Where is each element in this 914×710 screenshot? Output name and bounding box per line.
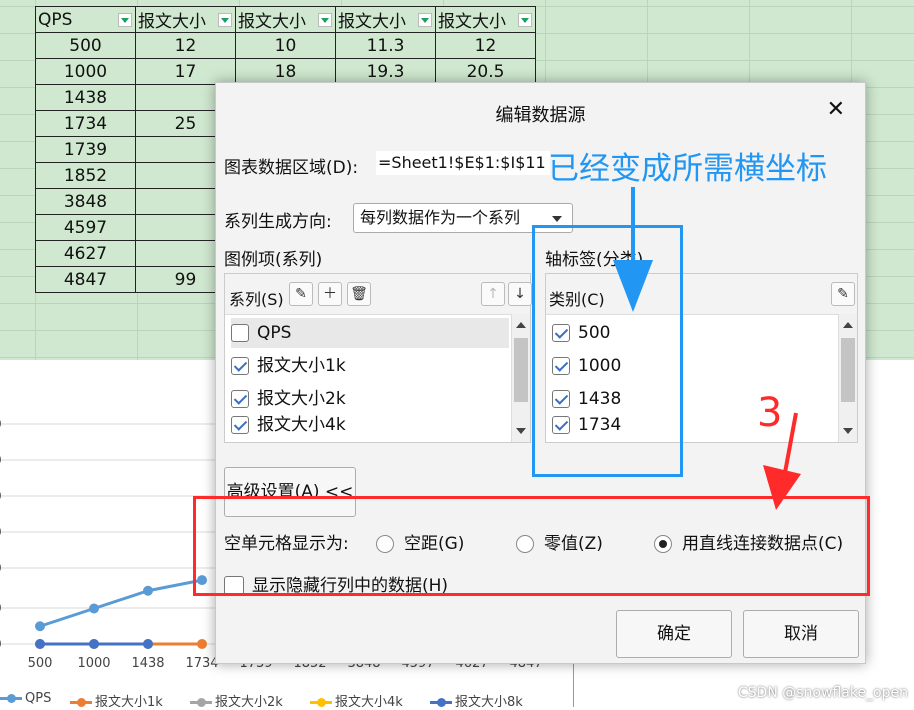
watermark: CSDN @snowflake_open [737,685,908,701]
blue-arrow-icon [613,187,653,312]
annotation-arrows [613,187,801,510]
red-arrow-icon [763,412,801,510]
